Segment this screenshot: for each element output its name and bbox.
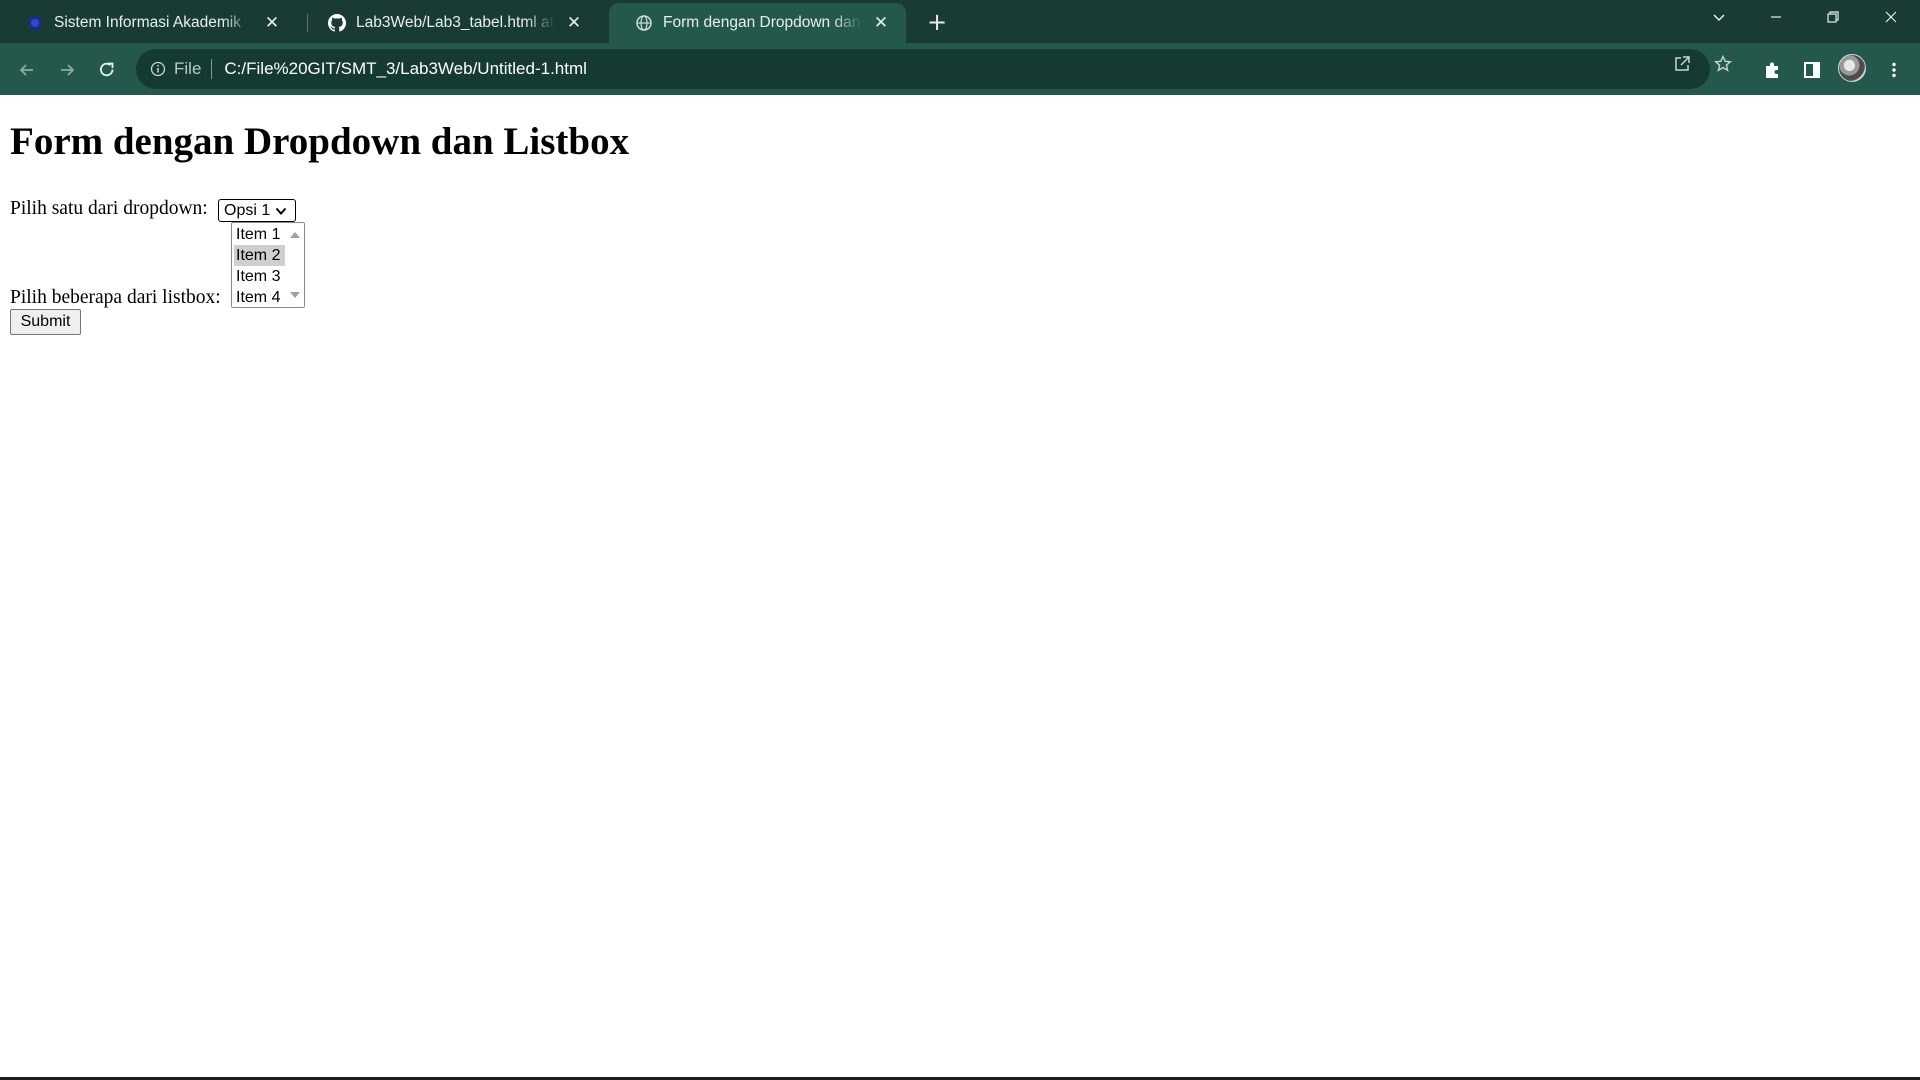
options-dropdown[interactable]: Opsi 1 [218,199,296,222]
submit-button[interactable]: Submit [10,309,81,335]
page-title: Form dengan Dropdown dan Listbox [10,120,630,163]
university-logo-icon [26,14,44,32]
dropdown-value: Opsi 1 [224,201,271,219]
scheme-label: File [174,59,202,78]
chevron-down-icon [274,204,288,218]
close-tab-icon[interactable]: ✕ [563,12,585,34]
tab-github-lab3[interactable]: Lab3Web/Lab3_tabel.html at ma ✕ [302,3,599,43]
listbox-label: Pilih beberapa dari listbox: [10,287,221,308]
more-menu-icon[interactable] [1881,57,1907,83]
restore-icon[interactable] [1811,4,1855,34]
bookmark-star-icon[interactable] [1712,53,1734,75]
address-divider [211,59,213,79]
scroll-up-arrow-icon[interactable] [290,232,300,238]
address-bar[interactable]: File C:/File%20GIT/SMT_3/Lab3Web/Untitle… [136,49,1710,89]
extensions-puzzle-icon[interactable] [1759,57,1785,83]
profile-avatar[interactable] [1838,54,1866,82]
reload-icon[interactable] [92,55,122,85]
tab-title: Form dengan Dropdown dan Lis [663,14,862,31]
listbox-option-item-3[interactable]: Item 3 [234,266,285,287]
dropdown-label: Pilih satu dari dropdown: [10,198,208,219]
info-icon[interactable] [150,61,166,77]
listbox-option-item-4[interactable]: Item 4 [234,287,285,308]
page-content: Form dengan Dropdown dan Listbox Pilih s… [0,95,1920,1080]
back-arrow-icon[interactable] [12,55,42,85]
close-window-icon[interactable] [1869,4,1913,34]
side-panel-icon[interactable] [1799,57,1825,83]
browser-toolbar: File C:/File%20GIT/SMT_3/Lab3Web/Untitle… [0,43,1920,95]
minimize-icon[interactable] [1754,4,1798,34]
tab-search-chevron-icon[interactable] [1697,4,1741,34]
tab-title: Sistem Informasi Akademik [54,14,241,31]
github-icon [328,14,346,32]
listbox-option-item-1[interactable]: Item 1 [234,224,285,245]
tab-strip: Sistem Informasi Akademik ✕ Lab3Web/Lab3… [0,0,1920,43]
globe-icon [635,14,653,32]
forward-arrow-icon[interactable] [52,55,82,85]
url-text[interactable]: C:/File%20GIT/SMT_3/Lab3Web/Untitled-1.h… [224,59,587,79]
tab-form-dropdown[interactable]: Form dengan Dropdown dan Lis ✕ [609,3,906,43]
close-tab-icon[interactable]: ✕ [870,12,892,34]
tab-sistem-informasi[interactable]: Sistem Informasi Akademik ✕ [0,3,297,43]
listbox-option-item-2[interactable]: Item 2 [234,245,285,266]
items-listbox[interactable]: Item 1 Item 2 Item 3 Item 4 [231,222,305,308]
scroll-down-arrow-icon[interactable] [290,292,300,298]
tab-title: Lab3Web/Lab3_tabel.html at ma [356,14,555,31]
close-tab-icon[interactable]: ✕ [261,12,283,34]
new-tab-button[interactable]: + [922,8,952,36]
share-icon[interactable] [1671,53,1693,75]
